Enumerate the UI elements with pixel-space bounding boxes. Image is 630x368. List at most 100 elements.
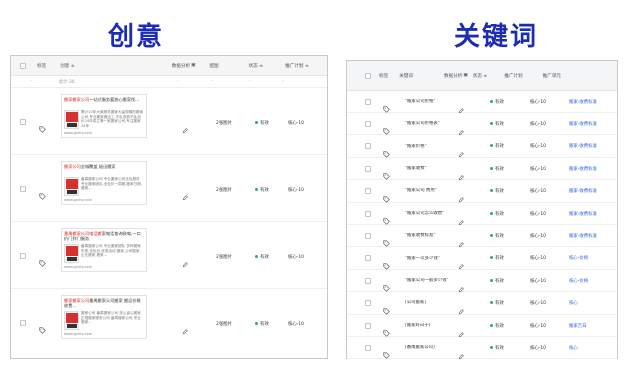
data-export-icon[interactable]: ▣: [463, 73, 467, 78]
tag-icon[interactable]: [383, 165, 390, 180]
edit-icon[interactable]: [458, 300, 464, 315]
row-checkbox[interactable]: [365, 255, 371, 262]
row-checkbox[interactable]: [365, 232, 371, 239]
tag-icon[interactable]: [39, 319, 46, 334]
row-checkbox[interactable]: [365, 143, 371, 150]
col-plan[interactable]: 推广计划: [504, 73, 522, 79]
edit-icon[interactable]: [458, 255, 464, 270]
edit-icon[interactable]: [182, 119, 188, 134]
row-checkbox[interactable]: [20, 119, 26, 125]
tag-icon[interactable]: [383, 98, 390, 113]
creative-preview-card[interactable]: 搬家公司全城覆盖 极迅搬家 番禺搬家公司 专业搬家公司全包服务 专业搬家团队,全…: [61, 161, 147, 205]
edit-icon[interactable]: [458, 143, 464, 158]
summary-dash: -: [282, 79, 284, 84]
row-checkbox[interactable]: [20, 320, 26, 326]
edit-icon[interactable]: [182, 320, 188, 335]
unit-link[interactable]: 核心-价格: [569, 278, 588, 284]
tag-icon[interactable]: [383, 188, 390, 203]
keyword-row[interactable]: "搬家收费" 有效 核心-10 搬家-收费标准: [347, 158, 617, 181]
tag-icon[interactable]: [383, 120, 390, 136]
col-unit[interactable]: 推广单元: [543, 73, 561, 79]
keyword-row[interactable]: [公司搬家] 有效 核心-10 核心: [347, 293, 617, 315]
unit-link[interactable]: 搬家吉日: [569, 323, 587, 329]
unit-link[interactable]: 核心-价格: [569, 255, 588, 261]
col-status[interactable]: 状态 ≑: [249, 63, 264, 69]
edit-icon[interactable]: [458, 278, 464, 292]
unit-link[interactable]: 搬家-收费标准: [569, 188, 597, 194]
col-tag[interactable]: 标签: [379, 73, 388, 79]
row-checkbox[interactable]: [365, 188, 371, 195]
edit-icon[interactable]: [458, 233, 464, 248]
col-data-analysis[interactable]: 数据分析: [172, 63, 190, 69]
tag-icon[interactable]: [383, 255, 390, 270]
keyword-row[interactable]: "搬家公司价格" 有效 核心-10 搬家-收费标准: [347, 91, 617, 113]
creative-thumbnail: [64, 311, 79, 330]
unit-link[interactable]: 搬家-收费标准: [569, 211, 597, 217]
keyword-row[interactable]: "搬家价格" 有效 核心-10 搬家-收费标准: [347, 136, 617, 158]
col-tag[interactable]: 标签: [37, 63, 46, 69]
tag-icon[interactable]: [383, 300, 390, 315]
unit-link[interactable]: 搬家-收费标准: [569, 166, 597, 172]
edit-icon[interactable]: [458, 166, 464, 180]
unit-link[interactable]: 核心: [569, 345, 578, 351]
select-all-checkbox[interactable]: [20, 62, 26, 69]
keyword-row[interactable]: "搬家收费标准" 有效 核心-10 搬家-收费标准: [347, 225, 617, 248]
creative-preview-card[interactable]: 搬家搬家公司番禺搬家公司搬家 搬运价格收费… 搬家公司 番禺搬家公司 放心省心搬…: [61, 295, 147, 339]
edit-icon[interactable]: [458, 121, 464, 136]
row-checkbox[interactable]: [365, 300, 371, 307]
plan-name: 核心-10: [530, 211, 546, 217]
keyword-row[interactable]: "搬家公司价格表" 有效 核心-10 搬家-收费标准: [347, 113, 617, 136]
tag-icon[interactable]: [39, 252, 46, 267]
creative-preview-card[interactable]: 番禺搬家公司电话搬家电话查询致电,一口价门到门服务 番禺搬家公司 专业搬家团队 …: [61, 228, 147, 272]
tag-icon[interactable]: [383, 210, 390, 225]
select-all-checkbox[interactable]: [365, 72, 371, 79]
tag-icon[interactable]: [39, 185, 46, 200]
row-checkbox[interactable]: [365, 210, 371, 217]
creative-preview-card[interactable]: 搬家搬家公司一站式服务要放心搬家找… 累计10年大家服务搬家大量规模的搬家公司,…: [61, 94, 147, 138]
keyword-row[interactable]: "搬家公司怎么收费" 有效 核心-10 搬家-收费标准: [347, 203, 617, 225]
plan-name: 核心-10: [288, 322, 304, 327]
row-checkbox[interactable]: [20, 253, 26, 259]
tag-icon[interactable]: [383, 277, 390, 292]
keyword-row[interactable]: "搬家一次多少钱" 有效 核心-10 核心-价格: [347, 248, 617, 270]
edit-icon[interactable]: [182, 253, 188, 268]
creative-row[interactable]: 搬家搬家公司一站式服务要放心搬家找… 累计10年大家服务搬家大量规模的搬家公司,…: [11, 89, 327, 155]
keyword-row[interactable]: [番禺搬家公司] 有效 核心-10 核心: [347, 337, 617, 360]
col-creative[interactable]: 创意 ≑: [60, 63, 75, 69]
row-checkbox[interactable]: [365, 120, 371, 127]
edit-icon[interactable]: [182, 186, 188, 201]
edit-icon[interactable]: [458, 188, 464, 203]
tag-icon[interactable]: [383, 143, 390, 158]
col-data-analysis[interactable]: 数据分析: [444, 73, 462, 79]
col-status[interactable]: 状态 ≑: [473, 73, 488, 79]
row-checkbox[interactable]: [365, 322, 371, 329]
col-keyword[interactable]: 关键词: [399, 73, 413, 79]
creative-row[interactable]: 番禺搬家公司电话搬家电话查询致电,一口价门到门服务 番禺搬家公司 专业搬家团队 …: [11, 223, 327, 289]
keyword-row[interactable]: [搬家好日子] 有效 核心-10 搬家吉日: [347, 315, 617, 337]
unit-link[interactable]: 搬家-收费标准: [569, 143, 597, 149]
creative-row[interactable]: 搬家公司全城覆盖 极迅搬家 番禺搬家公司 专业搬家公司全包服务 专业搬家团队,全…: [11, 156, 327, 222]
col-image[interactable]: 配图: [209, 63, 218, 69]
creative-row[interactable]: 搬家搬家公司番禺搬家公司搬家 搬运价格收费… 搬家公司 番禺搬家公司 放心省心搬…: [11, 290, 327, 356]
data-export-icon[interactable]: ▣: [191, 63, 195, 68]
unit-link[interactable]: 搬家-收费标准: [569, 99, 597, 105]
edit-icon[interactable]: [458, 99, 464, 113]
edit-icon[interactable]: [458, 345, 464, 360]
unit-link[interactable]: 搬家-收费标准: [569, 233, 597, 239]
unit-link[interactable]: 搬家-收费标准: [569, 121, 597, 127]
tag-icon[interactable]: [383, 322, 390, 337]
keyword-row[interactable]: "搬家公司 费用" 有效 核心-10 搬家-收费标准: [347, 181, 617, 203]
row-checkbox[interactable]: [365, 98, 371, 105]
keyword-row[interactable]: "搬家公司一般多少钱" 有效 核心-10 核心-价格: [347, 270, 617, 293]
edit-icon[interactable]: [458, 323, 464, 337]
tag-icon[interactable]: [39, 118, 46, 133]
row-checkbox[interactable]: [365, 344, 371, 351]
col-plan[interactable]: 推广计划 ≑: [285, 63, 309, 69]
edit-icon[interactable]: [458, 211, 464, 225]
tag-icon[interactable]: [383, 232, 390, 248]
unit-link[interactable]: 核心: [569, 300, 578, 306]
row-checkbox[interactable]: [365, 165, 371, 172]
row-checkbox[interactable]: [20, 186, 26, 192]
row-checkbox[interactable]: [365, 277, 371, 284]
tag-icon[interactable]: [383, 344, 390, 360]
